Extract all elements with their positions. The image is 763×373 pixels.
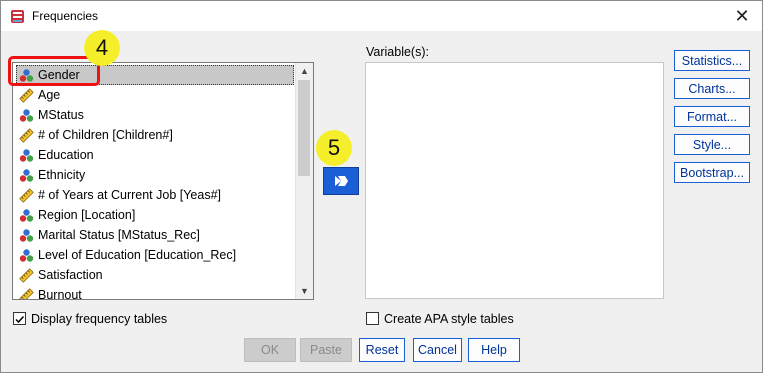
nominal-icon [19, 109, 34, 122]
scale-ruler-icon [19, 188, 34, 203]
move-arrow-icon [335, 176, 348, 186]
list-item-label: # of Years at Current Job [Yeas#] [38, 188, 221, 202]
list-item-label: Region [Location] [38, 208, 136, 222]
nominal-icon [19, 149, 34, 162]
window-title: Frequencies [32, 9, 99, 23]
format-button[interactable]: Format... [674, 106, 750, 127]
list-item-label: Marital Status [MStatus_Rec] [38, 228, 200, 242]
list-item[interactable]: Education [16, 145, 294, 165]
list-item-label: # of Children [Children#] [38, 128, 173, 142]
close-button[interactable]: ✕ [730, 5, 754, 27]
help-button[interactable]: Help [468, 338, 520, 362]
list-item[interactable]: Age [16, 85, 294, 105]
scale-ruler-icon [19, 88, 34, 103]
variables-label: Variable(s): [366, 45, 429, 59]
charts-button[interactable]: Charts... [674, 78, 750, 99]
statistics-button[interactable]: Statistics... [674, 50, 750, 71]
bootstrap-button[interactable]: Bootstrap... [674, 162, 750, 183]
checkmark-icon [15, 315, 25, 324]
spss-app-icon [11, 10, 24, 23]
list-item[interactable]: MStatus [16, 105, 294, 125]
scroll-down-icon[interactable]: ▼ [296, 283, 313, 299]
display-frequency-label: Display frequency tables [31, 312, 168, 326]
list-item-label: Level of Education [Education_Rec] [38, 248, 237, 262]
target-variable-list[interactable] [365, 62, 664, 299]
nominal-icon [19, 229, 34, 242]
list-item-label: Burnout [38, 288, 82, 300]
paste-button[interactable]: Paste [300, 338, 352, 362]
style-button[interactable]: Style... [674, 134, 750, 155]
list-item[interactable]: # of Years at Current Job [Yeas#] [16, 185, 294, 205]
checkbox-box[interactable] [13, 312, 26, 325]
list-item[interactable]: Marital Status [MStatus_Rec] [16, 225, 294, 245]
cancel-button[interactable]: Cancel [413, 338, 462, 362]
list-item-label: Satisfaction [38, 268, 103, 282]
nominal-icon [19, 209, 34, 222]
list-item[interactable]: Level of Education [Education_Rec] [16, 245, 294, 265]
move-to-variables-button[interactable] [323, 167, 359, 195]
nominal-icon [19, 169, 34, 182]
apa-style-label: Create APA style tables [384, 312, 514, 326]
scale-ruler-icon [19, 128, 34, 143]
reset-button[interactable]: Reset [359, 338, 405, 362]
nominal-icon [19, 249, 34, 262]
list-item-label: Education [38, 148, 94, 162]
scroll-up-icon[interactable]: ▲ [296, 63, 313, 79]
list-item[interactable]: Ethnicity [16, 165, 294, 185]
list-item-label: Ethnicity [38, 168, 86, 182]
list-item-label: MStatus [38, 108, 84, 122]
list-item[interactable]: Burnout [16, 285, 294, 300]
scale-ruler-icon [19, 288, 34, 299]
scroll-thumb[interactable] [298, 80, 310, 176]
list-item[interactable]: Satisfaction [16, 265, 294, 285]
gender-highlight-box [8, 56, 100, 86]
list-item[interactable]: Region [Location] [16, 205, 294, 225]
list-item-label: Age [38, 88, 61, 102]
apa-style-checkbox[interactable]: Create APA style tables [366, 311, 536, 329]
scale-ruler-icon [19, 268, 34, 283]
step-5-badge: 5 [316, 130, 352, 166]
checkbox-box[interactable] [366, 312, 379, 325]
display-frequency-checkbox[interactable]: Display frequency tables [13, 311, 183, 329]
ok-button[interactable]: OK [244, 338, 296, 362]
list-scrollbar[interactable]: ▲ ▼ [295, 63, 313, 299]
source-variable-list[interactable]: ▲ ▼ Gender Age MStatus # of Children [Child… [12, 62, 314, 300]
list-item[interactable]: # of Children [Children#] [16, 125, 294, 145]
title-bar: Frequencies ✕ [1, 1, 762, 31]
step-4-badge: 4 [84, 30, 120, 66]
